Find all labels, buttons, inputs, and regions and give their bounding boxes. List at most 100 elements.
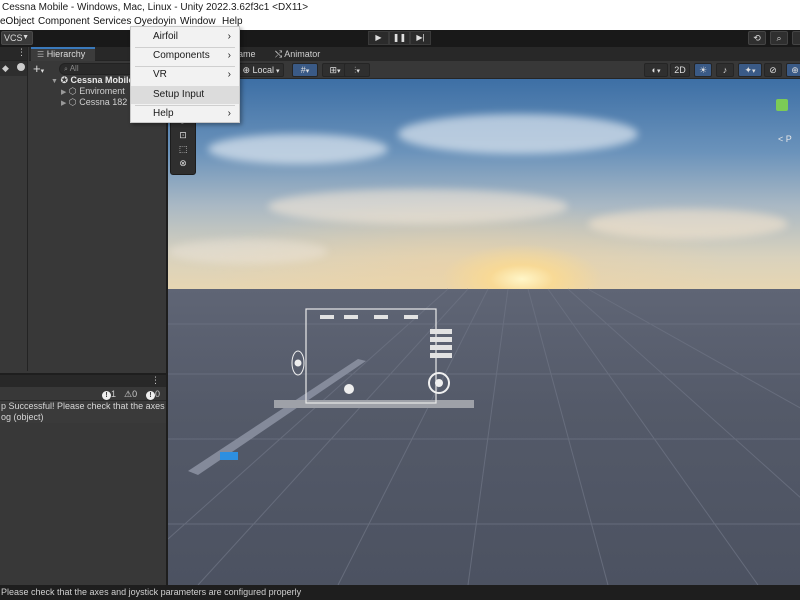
- menu-gameobject[interactable]: eObject: [0, 15, 34, 29]
- chevron-down-icon: ▾: [337, 68, 341, 75]
- menu-item-vr[interactable]: VR ›: [131, 66, 239, 84]
- console-panel: ⋮ ! 1 ⚠0 ! 0 p Successful! Please check th…: [0, 373, 166, 585]
- transform-tool-icon[interactable]: ⊗: [171, 156, 195, 170]
- error-count-badge[interactable]: ! 0: [146, 388, 160, 400]
- menu-item-components[interactable]: Components ›: [131, 47, 239, 65]
- menu-item-label: Components: [153, 50, 210, 61]
- menu-item-label: Help: [153, 108, 174, 119]
- local-toggle[interactable]: ⊕ Local ▾: [238, 63, 284, 77]
- eye-slash-icon: ⊘: [769, 65, 777, 75]
- rect-tool-icon[interactable]: ⬚: [171, 142, 195, 156]
- hierarchy-item-label: Cessna Mobile: [70, 75, 134, 85]
- project-strip: ⋮ ◆: [0, 47, 28, 371]
- chevron-down-icon: ▾: [752, 68, 756, 75]
- local-label: Local: [252, 65, 275, 75]
- tab-animator[interactable]: ⤭ Animator: [275, 47, 320, 61]
- scene-viewport[interactable]: ⟳ ⊡ ⬚ ⊗ < P: [168, 79, 800, 585]
- persp-label[interactable]: < P: [778, 134, 792, 144]
- scene-view: ame ⤭ Animator ⊕ Local ▾ #▾ ⊞▾ ⫶▾ ◐▾ 2D …: [166, 47, 800, 585]
- chevron-down-icon: ▾: [656, 68, 661, 75]
- shading-mode-button[interactable]: ◐▾: [644, 63, 668, 77]
- lighting-toggle[interactable]: ☀: [694, 63, 712, 77]
- warning-count-badge[interactable]: ⚠0: [124, 388, 137, 400]
- tag-icon[interactable]: ◆: [2, 63, 9, 73]
- search-icon[interactable]: ⌕: [770, 31, 788, 45]
- snap-icon: ⊞: [329, 65, 338, 75]
- info-count-badge[interactable]: ! 1: [102, 388, 116, 400]
- tab-hierarchy[interactable]: ☰ Hierarchy: [31, 47, 95, 61]
- info-icon[interactable]: [17, 63, 26, 71]
- window-title-bar: Cessna Mobile - Windows, Mac, Linux - Un…: [0, 0, 800, 15]
- chevron-right-icon: ›: [227, 69, 231, 80]
- menu-item-airfoil[interactable]: Airfoil ›: [131, 28, 239, 46]
- gizmos-toggle[interactable]: ⊕: [786, 63, 800, 77]
- error-icon: !: [146, 391, 155, 400]
- effects-icon: ✦: [744, 65, 753, 75]
- hierarchy-item-label: Cessna 182 S: [79, 97, 136, 107]
- effects-toggle[interactable]: ✦▾: [738, 63, 762, 77]
- play-controls: ▶ ❚❚ ▶|: [368, 31, 432, 45]
- search-icon: ⌕: [64, 66, 68, 73]
- tab-game[interactable]: ame: [238, 47, 256, 61]
- 2d-toggle[interactable]: 2D: [670, 63, 690, 77]
- local-icon: ⊕: [242, 65, 251, 75]
- list-icon: ☰: [37, 50, 45, 59]
- error-count: 0: [155, 389, 161, 399]
- console-message[interactable]: p Successful! Please check that the axes…: [0, 401, 166, 423]
- vcs-button[interactable]: VCS ▼: [1, 31, 33, 45]
- strip-header: ⋮: [0, 47, 27, 61]
- menu-item-label: Airfoil: [153, 31, 179, 42]
- expand-arrow-icon[interactable]: ▶: [61, 100, 66, 107]
- history-icon[interactable]: ⟲: [748, 31, 766, 45]
- hierarchy-search-placeholder: All: [69, 64, 79, 73]
- main-toolbar: VCS ▼ ▶ ❚❚ ▶| ⟲ ⌕: [0, 30, 800, 47]
- console-toolbar: ! 1 ⚠0 ! 0: [0, 387, 166, 401]
- scene-toolbar: ⊕ Local ▾ #▾ ⊞▾ ⫶▾ ◐▾ 2D ☀ ♪ ✦▾ ⊘ ⊕: [168, 61, 800, 79]
- chevron-down-icon: ▾: [305, 68, 310, 75]
- scale-tool-icon[interactable]: ⊡: [171, 128, 195, 142]
- play-icon[interactable]: ▶: [368, 31, 389, 45]
- gizmo-icon: ⊕: [791, 65, 799, 75]
- info-count: 1: [111, 389, 117, 399]
- console-header: ⋮: [0, 375, 166, 387]
- grid-snap-button[interactable]: #▾: [292, 63, 318, 77]
- status-bar[interactable]: Please check that the axes and joystick …: [0, 585, 800, 600]
- menu-item-help[interactable]: Help ›: [131, 105, 239, 123]
- pause-icon[interactable]: ❚❚: [389, 31, 410, 45]
- console-message-line: p Successful! Please check that the axes…: [1, 401, 166, 411]
- chevron-down-icon: ▾: [274, 68, 280, 75]
- menu-component[interactable]: Component: [38, 15, 90, 29]
- step-icon[interactable]: ▶|: [410, 31, 431, 45]
- more-icon[interactable]: ⋮: [17, 47, 26, 58]
- chevron-right-icon: ›: [227, 31, 231, 42]
- more-icon[interactable]: ⋮: [151, 375, 160, 386]
- vcs-label: VCS: [4, 33, 23, 43]
- menu-item-label: Setup Input: [153, 89, 205, 100]
- menu-bar: eObject Component Services Oyedoyin Wind…: [0, 15, 800, 30]
- tab-hierarchy-label: Hierarchy: [46, 49, 86, 59]
- account-button[interactable]: [792, 31, 800, 45]
- scene-geometry: [168, 288, 800, 585]
- hidden-objects-toggle[interactable]: ⊘: [764, 63, 782, 77]
- expand-arrow-icon[interactable]: ▶: [61, 89, 66, 96]
- unity-scene-icon: ✪: [60, 75, 68, 85]
- info-icon: !: [102, 391, 111, 400]
- menu-services[interactable]: Services: [93, 15, 131, 29]
- hierarchy-item-label: Enviroment: [79, 86, 125, 96]
- chevron-right-icon: ›: [227, 50, 231, 61]
- chevron-right-icon: ›: [227, 108, 231, 119]
- audio-toggle[interactable]: ♪: [716, 63, 734, 77]
- console-message-line: og (object): [1, 412, 44, 422]
- scene-orientation-gizmo[interactable]: < P: [774, 79, 800, 149]
- menu-item-setup-input[interactable]: Setup Input: [131, 86, 239, 104]
- light-icon: ☀: [698, 65, 708, 75]
- menu-item-label: VR: [153, 69, 167, 80]
- warning-icon: ⚠: [124, 389, 133, 399]
- left-panel: ⋮ ◆ ☰ Hierarchy ⋮ +▾ ⌕ All ▼ ✪ Cessna Mo…: [0, 47, 166, 585]
- expand-arrow-icon[interactable]: ▼: [51, 78, 58, 85]
- tab-animator-label: Animator: [284, 49, 321, 59]
- increment-snap-button[interactable]: ⫶▾: [344, 63, 370, 77]
- axis-y-icon[interactable]: [776, 99, 788, 111]
- window-title: Cessna Mobile - Windows, Mac, Linux - Un…: [2, 2, 309, 13]
- scene-tab-row: ame ⤭ Animator: [168, 47, 800, 61]
